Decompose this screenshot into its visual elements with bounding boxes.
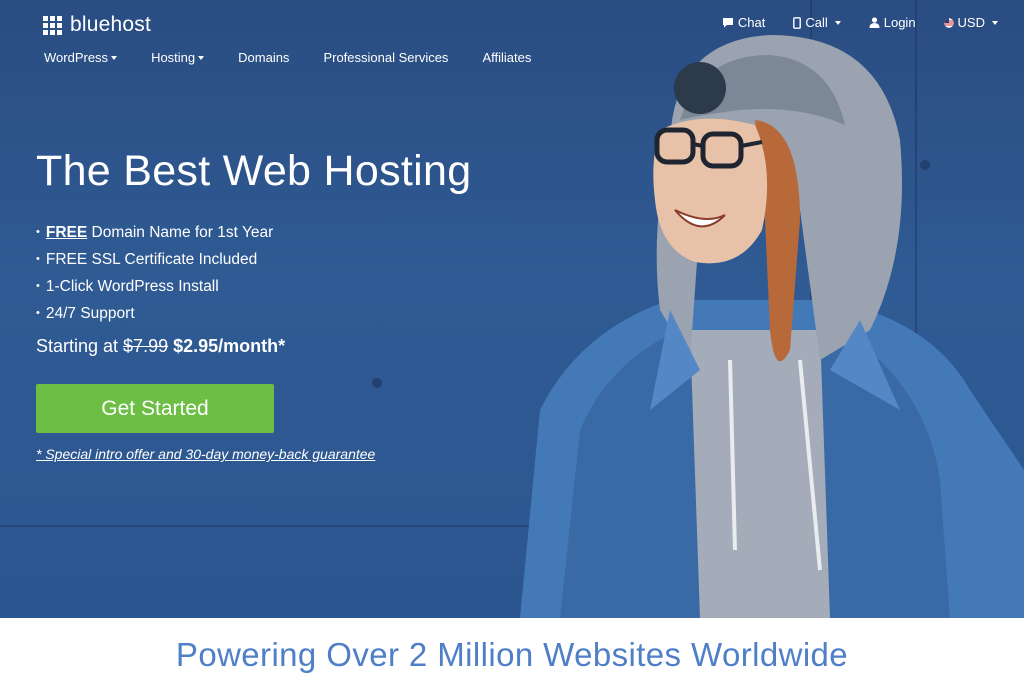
offer-guarantee-link[interactable]: * Special intro offer and 30-day money-b… bbox=[36, 446, 375, 462]
brand-logo[interactable]: bluehost bbox=[43, 13, 151, 37]
feature-text: Domain Name for 1st Year bbox=[87, 224, 274, 241]
caret-down-icon bbox=[992, 20, 998, 25]
nav-item-label: Hosting bbox=[151, 50, 196, 65]
utility-chat-label: Chat bbox=[737, 15, 766, 30]
feature-text: 1-Click WordPress Install bbox=[45, 278, 219, 295]
feature-list: FREE Domain Name for 1st Year FREE SSL C… bbox=[36, 219, 273, 327]
feature-item: FREE SSL Certificate Included bbox=[36, 246, 273, 273]
phone-icon bbox=[793, 16, 802, 29]
caret-down-icon bbox=[111, 55, 118, 60]
feature-free-highlight: FREE bbox=[45, 224, 88, 241]
utility-currency-label: USD bbox=[957, 15, 985, 30]
nav-item-label: Domains bbox=[238, 50, 290, 65]
utility-login-label: Login bbox=[883, 15, 916, 30]
hero-headline: The Best Web Hosting bbox=[36, 147, 472, 195]
utility-nav: Chat Call Login USD bbox=[722, 15, 998, 30]
nav-item-domains[interactable]: Domains bbox=[238, 50, 289, 65]
nav-item-affiliates[interactable]: Affiliates bbox=[482, 50, 531, 65]
utility-call[interactable]: Call bbox=[793, 15, 841, 30]
old-price: $7.99 bbox=[123, 336, 169, 356]
caret-down-icon bbox=[198, 55, 205, 60]
brand-name: bluehost bbox=[70, 13, 151, 36]
hero-photo-woman bbox=[520, 35, 1024, 618]
wall-bolt bbox=[372, 378, 382, 388]
feature-item: 1-Click WordPress Install bbox=[36, 273, 273, 300]
feature-item: FREE Domain Name for 1st Year bbox=[36, 219, 273, 246]
utility-call-label: Call bbox=[805, 15, 828, 30]
get-started-button[interactable]: Get Started bbox=[36, 384, 274, 433]
nav-item-label: WordPress bbox=[44, 50, 109, 65]
tagline: Powering Over 2 Million Websites Worldwi… bbox=[175, 636, 849, 673]
grid-logo-icon bbox=[43, 15, 62, 35]
nav-item-professional-services[interactable]: Professional Services bbox=[323, 50, 448, 65]
new-price: $2.95/month* bbox=[173, 336, 286, 356]
pricing-line: Starting at $7.99 $2.95/month* bbox=[36, 336, 285, 357]
hero-section: bluehost Chat Call Login USD WordPress H… bbox=[0, 0, 1024, 618]
user-icon bbox=[869, 17, 880, 28]
utility-chat[interactable]: Chat bbox=[722, 15, 765, 30]
chat-icon bbox=[722, 18, 733, 28]
feature-text: 24/7 Support bbox=[45, 305, 135, 322]
nav-item-label: Affiliates bbox=[482, 50, 532, 65]
caret-down-icon bbox=[834, 20, 841, 25]
pricing-prefix: Starting at bbox=[36, 336, 124, 356]
feature-text: FREE SSL Certificate Included bbox=[45, 251, 258, 268]
utility-currency[interactable]: USD bbox=[943, 15, 998, 30]
nav-item-label: Professional Services bbox=[323, 50, 449, 65]
nav-item-hosting[interactable]: Hosting bbox=[151, 50, 205, 65]
main-nav: WordPress Hosting Domains Professional S… bbox=[44, 50, 531, 65]
nav-item-wordpress[interactable]: WordPress bbox=[44, 50, 118, 65]
utility-login[interactable]: Login bbox=[869, 15, 916, 30]
us-flag-icon bbox=[943, 17, 954, 28]
feature-item: 24/7 Support bbox=[36, 300, 273, 327]
